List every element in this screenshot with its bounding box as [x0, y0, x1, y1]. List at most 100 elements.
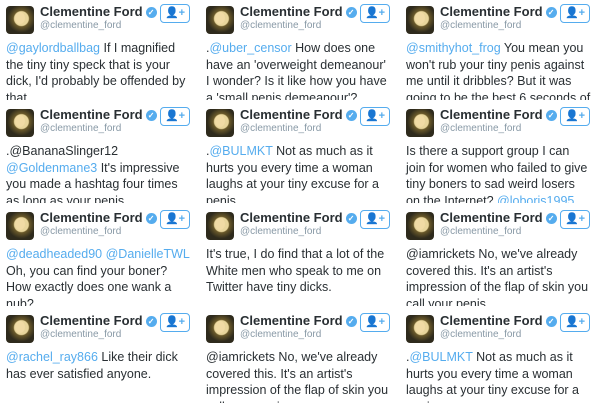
person-plus-icon: 👤+ [164, 213, 186, 225]
display-name-text[interactable]: Clementine Ford [440, 107, 543, 122]
person-plus-icon: 👤+ [564, 316, 586, 328]
username[interactable]: @clementine_ford [240, 123, 321, 134]
verified-badge-icon: ✓ [345, 7, 357, 18]
follow-button[interactable]: 👤+ [360, 4, 390, 23]
display-name-text[interactable]: Clementine Ford [240, 313, 343, 328]
verified-badge-icon: ✓ [145, 110, 157, 121]
mention-link[interactable]: @gaylordballbag [6, 41, 100, 55]
follow-button[interactable]: 👤+ [560, 4, 590, 23]
display-name[interactable]: Clementine Ford ✓ [240, 4, 357, 19]
verified-badge-icon: ✓ [145, 316, 157, 327]
mention-link[interactable]: @BULMKT [209, 144, 272, 158]
display-name-text[interactable]: Clementine Ford [240, 4, 343, 19]
username[interactable]: @clementine_ford [440, 20, 521, 31]
username[interactable]: @clementine_ford [240, 226, 321, 237]
username[interactable]: @clementine_ford [40, 123, 121, 134]
username[interactable]: @clementine_ford [440, 329, 521, 340]
tweet-prefix: .@BananaSlinger12 [6, 144, 119, 158]
mention-link[interactable]: @BULMKT [409, 350, 472, 364]
mention-link[interactable]: @uber_censor [209, 41, 291, 55]
tweet-card: Clementine Ford ✓ @clementine_ford 👤+ @ga… [0, 0, 196, 100]
follow-button[interactable]: 👤+ [160, 4, 190, 23]
verified-badge-icon: ✓ [145, 213, 157, 224]
display-name-text[interactable]: Clementine Ford [40, 313, 143, 328]
tweet-card: Clementine Ford ✓ @clementine_ford 👤+ .@B… [0, 103, 196, 203]
avatar[interactable] [6, 315, 34, 343]
follow-button[interactable]: 👤+ [360, 210, 390, 229]
display-name[interactable]: Clementine Ford ✓ [440, 210, 557, 225]
avatar[interactable] [406, 109, 434, 137]
avatar[interactable] [6, 109, 34, 137]
display-name[interactable]: Clementine Ford ✓ [440, 313, 557, 328]
mention-link[interactable]: @Goldenmane3 [6, 161, 97, 175]
tweet-card: Clementine Ford ✓ @clementine_ford 👤+ It'… [200, 206, 396, 306]
username[interactable]: @clementine_ford [440, 226, 521, 237]
avatar[interactable] [406, 212, 434, 240]
display-name[interactable]: Clementine Ford ✓ [240, 210, 357, 225]
display-name-text[interactable]: Clementine Ford [240, 210, 343, 225]
display-name-text[interactable]: Clementine Ford [40, 107, 143, 122]
avatar[interactable] [206, 109, 234, 137]
display-name[interactable]: Clementine Ford ✓ [240, 107, 357, 122]
tweet-text: @gaylordballbag If I magnified the tiny … [6, 40, 192, 100]
username[interactable]: @clementine_ford [440, 123, 521, 134]
display-name-text[interactable]: Clementine Ford [440, 210, 543, 225]
tweet-collage: Clementine Ford ✓ @clementine_ford 👤+ @ga… [0, 0, 600, 403]
display-name[interactable]: Clementine Ford ✓ [40, 4, 157, 19]
username[interactable]: @clementine_ford [40, 20, 121, 31]
avatar[interactable] [406, 315, 434, 343]
follow-button[interactable]: 👤+ [160, 313, 190, 332]
tweet-text: @iamrickets No, we've already covered th… [406, 246, 592, 306]
tweet-text: Is there a support group I can join for … [406, 143, 592, 203]
follow-button[interactable]: 👤+ [560, 210, 590, 229]
mention-link[interactable]: @rachel_ray866 [6, 350, 98, 364]
avatar[interactable] [206, 6, 234, 34]
tweet-text: It's true, I do find that a lot of the W… [206, 246, 392, 296]
username[interactable]: @clementine_ford [240, 329, 321, 340]
mention-link[interactable]: @loboris1995 [497, 194, 574, 204]
avatar[interactable] [6, 6, 34, 34]
mention-link[interactable]: @DanielleTWL [106, 247, 190, 261]
verified-badge-icon: ✓ [145, 7, 157, 18]
verified-badge-icon: ✓ [545, 110, 557, 121]
follow-button[interactable]: 👤+ [560, 107, 590, 126]
tweet-text: .@BananaSlinger12 @Goldenmane3 It's impr… [6, 143, 192, 203]
display-name-text[interactable]: Clementine Ford [40, 210, 143, 225]
verified-badge-icon: ✓ [345, 213, 357, 224]
follow-button[interactable]: 👤+ [160, 107, 190, 126]
follow-button[interactable]: 👤+ [560, 313, 590, 332]
display-name-text[interactable]: Clementine Ford [240, 107, 343, 122]
person-plus-icon: 👤+ [564, 213, 586, 225]
verified-badge-icon: ✓ [345, 110, 357, 121]
username[interactable]: @clementine_ford [40, 226, 121, 237]
display-name[interactable]: Clementine Ford ✓ [440, 4, 557, 19]
tweet-card: Clementine Ford ✓ @clementine_ford 👤+ .@B… [200, 103, 396, 203]
follow-button[interactable]: 👤+ [360, 107, 390, 126]
username[interactable]: @clementine_ford [40, 329, 121, 340]
follow-button[interactable]: 👤+ [160, 210, 190, 229]
tweet-card: Clementine Ford ✓ @clementine_ford 👤+ .@B… [400, 309, 596, 403]
display-name[interactable]: Clementine Ford ✓ [40, 107, 157, 122]
tweet-card: Clementine Ford ✓ @clementine_ford 👤+ Is … [400, 103, 596, 203]
tweet-text: .@BULMKT Not as much as it hurts you eve… [206, 143, 392, 203]
avatar[interactable] [406, 6, 434, 34]
display-name[interactable]: Clementine Ford ✓ [240, 313, 357, 328]
display-name-text[interactable]: Clementine Ford [440, 313, 543, 328]
person-plus-icon: 👤+ [364, 213, 386, 225]
display-name-text[interactable]: Clementine Ford [440, 4, 543, 19]
display-name[interactable]: Clementine Ford ✓ [40, 210, 157, 225]
mention-link[interactable]: @smithyhot_frog [406, 41, 501, 55]
tweet-prefix: @iamrickets No, we've already covered th… [206, 350, 389, 403]
avatar[interactable] [206, 212, 234, 240]
display-name[interactable]: Clementine Ford ✓ [440, 107, 557, 122]
person-plus-icon: 👤+ [364, 7, 386, 19]
avatar[interactable] [6, 212, 34, 240]
tweet-prefix: It's true, I do find that a lot of the W… [206, 247, 385, 294]
display-name-text[interactable]: Clementine Ford [40, 4, 143, 19]
tweet-text: @smithyhot_frog You mean you won't rub y… [406, 40, 592, 100]
mention-link[interactable]: @deadheaded90 [6, 247, 102, 261]
username[interactable]: @clementine_ford [240, 20, 321, 31]
display-name[interactable]: Clementine Ford ✓ [40, 313, 157, 328]
follow-button[interactable]: 👤+ [360, 313, 390, 332]
avatar[interactable] [206, 315, 234, 343]
